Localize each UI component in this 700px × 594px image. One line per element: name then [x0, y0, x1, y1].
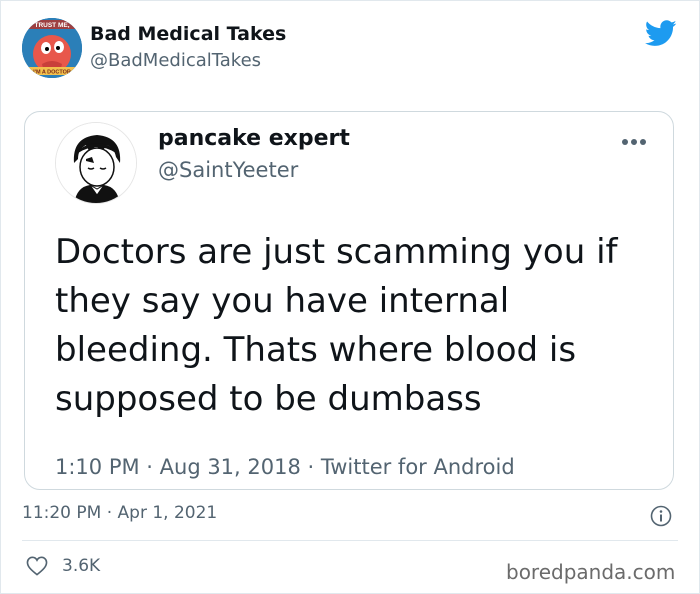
- quoted-author-avatar[interactable]: [55, 122, 137, 204]
- quoted-tweet-card[interactable]: pancake expert @SaintYeeter Doctors are …: [24, 111, 674, 490]
- author-avatar[interactable]: TRUST ME, I'M A DOCTOR: [22, 18, 82, 78]
- footer-divider: [22, 540, 678, 541]
- info-icon[interactable]: [650, 505, 672, 527]
- quoted-tweet-text: Doctors are just scamming you if they sa…: [55, 232, 618, 419]
- author-name[interactable]: Bad Medical Takes: [90, 23, 286, 45]
- more-dots-icon[interactable]: [621, 138, 647, 146]
- avatar-caption-bottom: I'M A DOCTOR: [33, 70, 71, 76]
- author-handle[interactable]: @BadMedicalTakes: [90, 50, 261, 71]
- quoted-author-name[interactable]: pancake expert: [158, 126, 350, 151]
- tweet-timestamp[interactable]: 11:20 PM · Apr 1, 2021: [22, 503, 217, 523]
- twitter-bird-icon[interactable]: [645, 20, 677, 47]
- quoted-tweet-meta[interactable]: 1:10 PM · Aug 31, 2018 · Twitter for And…: [55, 455, 515, 479]
- avatar-caption-top: TRUST ME,: [34, 22, 69, 29]
- like-count[interactable]: 3.6K: [62, 556, 100, 576]
- quoted-author-handle[interactable]: @SaintYeeter: [158, 158, 298, 182]
- watermark: boredpanda.com: [506, 560, 676, 584]
- heart-icon[interactable]: [26, 556, 48, 576]
